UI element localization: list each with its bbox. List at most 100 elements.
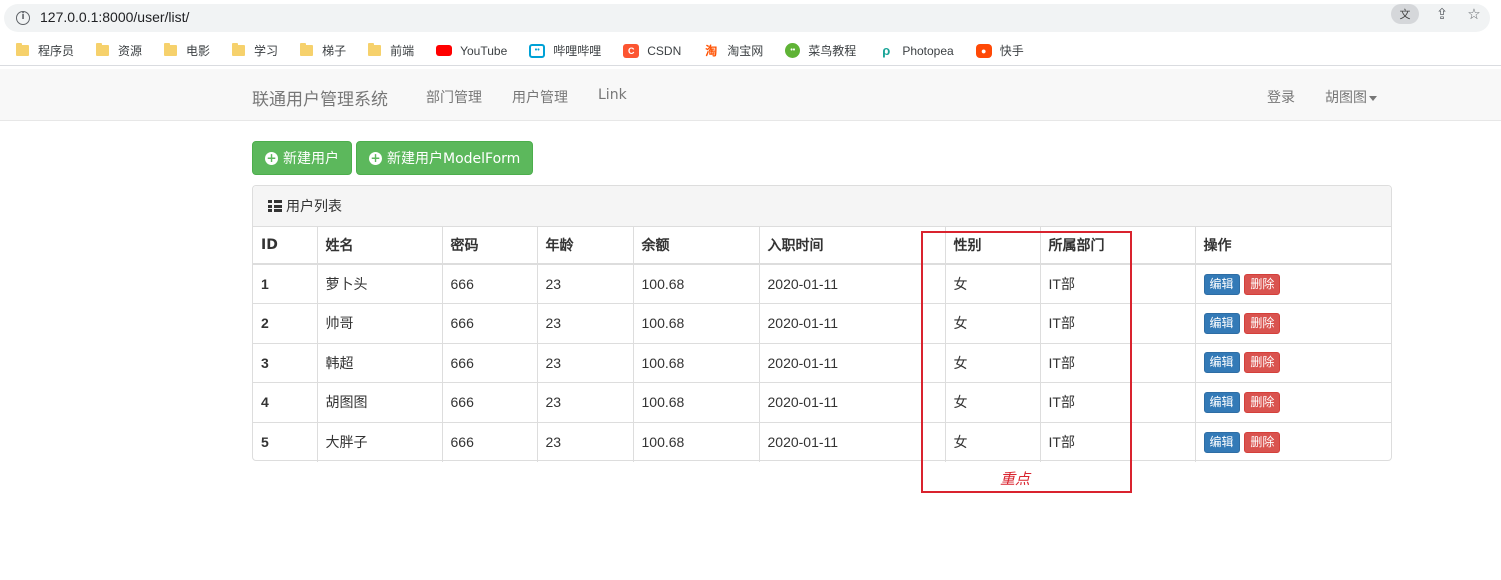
- omnibox[interactable]: i 127.0.0.1:8000/user/list/: [4, 4, 1490, 32]
- user-list-panel: 用户列表 ID 姓名 密码 年龄 余额 入职时间 性别 所属部门 操作 1 萝卜…: [252, 185, 1392, 462]
- cell-name: 萝卜头: [316, 263, 442, 304]
- col-header: 入职时间: [758, 227, 945, 265]
- col-header: 操作: [1194, 227, 1391, 265]
- col-header: 年龄: [536, 227, 633, 265]
- col-header: 余额: [632, 227, 759, 265]
- col-header: 姓名: [316, 227, 442, 265]
- cell-date: 2020-01-11: [758, 342, 945, 383]
- table-header-row: ID 姓名 密码 年龄 余额 入职时间 性别 所属部门 操作: [253, 227, 1391, 265]
- table-row: 3 韩超 666 23 100.68 2020-01-11 女 IT部 编辑 删…: [253, 342, 1391, 383]
- folder-icon: [164, 43, 178, 56]
- edit-button[interactable]: 编辑: [1203, 352, 1240, 374]
- panel-title: 用户列表: [286, 199, 342, 215]
- cell-name: 胡图图: [316, 382, 442, 422]
- cell-date: 2020-01-11: [758, 263, 945, 304]
- bookmark-photopea[interactable]: ρ Photopea: [878, 43, 954, 58]
- edit-button[interactable]: 编辑: [1203, 312, 1240, 334]
- panel-heading: 用户列表: [253, 186, 1391, 227]
- youtube-icon: [436, 45, 453, 56]
- cell-password: 666: [441, 303, 537, 343]
- cell-actions: 编辑 删除: [1194, 303, 1391, 343]
- star-icon[interactable]: ☆: [1465, 5, 1483, 23]
- app-navbar: 联通用户管理系统 部门管理 用户管理 Link 登录 胡图图: [0, 69, 1501, 121]
- new-user-modelform-button[interactable]: + 新建用户ModelForm: [356, 141, 534, 175]
- col-header: 密码: [441, 227, 537, 265]
- highlight-annotation-label: 重点: [1000, 470, 1031, 488]
- edit-button[interactable]: 编辑: [1203, 273, 1240, 295]
- delete-button[interactable]: 删除: [1244, 352, 1281, 374]
- cell-password: 666: [441, 421, 537, 462]
- taobao-icon: 淘: [703, 43, 720, 58]
- cell-actions: 编辑 删除: [1194, 382, 1391, 422]
- cell-actions: 编辑 删除: [1194, 342, 1391, 383]
- bookmarks-bar: 程序员 资源 电影 学习 梯子 前端 YouTube •• 哔哩哔哩 C CSDN …: [0, 36, 1501, 66]
- kuaishou-icon: ●: [975, 43, 992, 58]
- table-row: 4 胡图图 666 23 100.68 2020-01-11 女 IT部 编辑 …: [253, 382, 1391, 422]
- bookmark-runoob[interactable]: •• 菜鸟教程: [785, 42, 856, 59]
- highlight-annotation-box: [921, 231, 1132, 493]
- bookmark-kuaishou[interactable]: ● 快手: [975, 42, 1024, 59]
- bookmark-csdn[interactable]: C CSDN: [623, 43, 681, 58]
- cell-id: 1: [253, 263, 317, 304]
- cell-age: 23: [536, 342, 633, 383]
- cell-balance: 100.68: [632, 342, 759, 383]
- table-row: 5 大胖子 666 23 100.68 2020-01-11 女 IT部 编辑 …: [253, 421, 1391, 462]
- edit-button[interactable]: 编辑: [1203, 431, 1240, 453]
- user-table: ID 姓名 密码 年龄 余额 入职时间 性别 所属部门 操作 1 萝卜头 666…: [253, 227, 1391, 462]
- cell-age: 23: [536, 263, 633, 304]
- cell-name: 帅哥: [316, 303, 442, 343]
- user-dropdown[interactable]: 胡图图: [1325, 87, 1377, 107]
- cell-name: 大胖子: [316, 421, 442, 462]
- nav-dept-manage[interactable]: 部门管理: [426, 87, 482, 107]
- edit-button[interactable]: 编辑: [1203, 391, 1240, 413]
- cell-balance: 100.68: [632, 303, 759, 343]
- cell-balance: 100.68: [632, 421, 759, 462]
- nav-right: 登录 胡图图: [1267, 87, 1377, 107]
- nav-links: 部门管理 用户管理 Link: [426, 87, 627, 107]
- folder-icon: [16, 43, 29, 56]
- cell-date: 2020-01-11: [758, 421, 945, 462]
- cell-date: 2020-01-11: [758, 382, 945, 422]
- bookmark-item[interactable]: 资源: [96, 42, 142, 59]
- bookmark-taobao[interactable]: 淘淘宝网: [703, 42, 763, 59]
- bookmark-item[interactable]: 程序员: [16, 42, 74, 59]
- navbar-brand[interactable]: 联通用户管理系统: [252, 85, 388, 110]
- browser-address-bar: i 127.0.0.1:8000/user/list/ 文 ⇪ ☆: [0, 0, 1501, 36]
- cell-actions: 编辑 删除: [1194, 421, 1391, 462]
- login-link[interactable]: 登录: [1267, 87, 1295, 107]
- bookmark-youtube[interactable]: YouTube: [436, 44, 507, 58]
- cell-id: 2: [253, 303, 317, 343]
- translate-icon[interactable]: 文: [1391, 4, 1419, 24]
- cell-password: 666: [441, 263, 537, 304]
- folder-icon: [300, 43, 314, 56]
- cell-age: 23: [536, 421, 633, 462]
- bookmark-item[interactable]: 前端: [368, 42, 414, 59]
- caret-down-icon: [1369, 95, 1377, 101]
- new-user-button[interactable]: + 新建用户: [252, 141, 352, 175]
- info-icon[interactable]: i: [16, 11, 30, 25]
- cell-actions: 编辑 删除: [1194, 263, 1391, 304]
- bookmark-bilibili[interactable]: •• 哔哩哔哩: [529, 42, 601, 59]
- folder-icon: [232, 43, 246, 56]
- cell-id: 5: [253, 421, 317, 462]
- bookmark-item[interactable]: 梯子: [300, 42, 346, 59]
- cell-password: 666: [441, 382, 537, 422]
- bookmark-item[interactable]: 电影: [164, 42, 210, 59]
- cell-name: 韩超: [316, 342, 442, 383]
- cell-id: 3: [253, 342, 317, 383]
- bookmark-item[interactable]: 学习: [232, 42, 278, 59]
- delete-button[interactable]: 删除: [1244, 312, 1281, 334]
- nav-link[interactable]: Link: [598, 87, 627, 107]
- nav-user-manage[interactable]: 用户管理: [512, 87, 568, 107]
- delete-button[interactable]: 删除: [1244, 431, 1281, 453]
- cell-age: 23: [536, 303, 633, 343]
- delete-button[interactable]: 删除: [1244, 273, 1281, 295]
- table-row: 1 萝卜头 666 23 100.68 2020-01-11 女 IT部 编辑 …: [253, 263, 1391, 304]
- url-text[interactable]: 127.0.0.1:8000/user/list/: [40, 9, 189, 25]
- folder-icon: [368, 43, 382, 56]
- runoob-icon: ••: [785, 43, 801, 58]
- cell-date: 2020-01-11: [758, 303, 945, 343]
- address-actions: 文 ⇪ ☆: [1391, 4, 1483, 24]
- delete-button[interactable]: 删除: [1244, 391, 1281, 413]
- share-icon[interactable]: ⇪: [1433, 5, 1451, 23]
